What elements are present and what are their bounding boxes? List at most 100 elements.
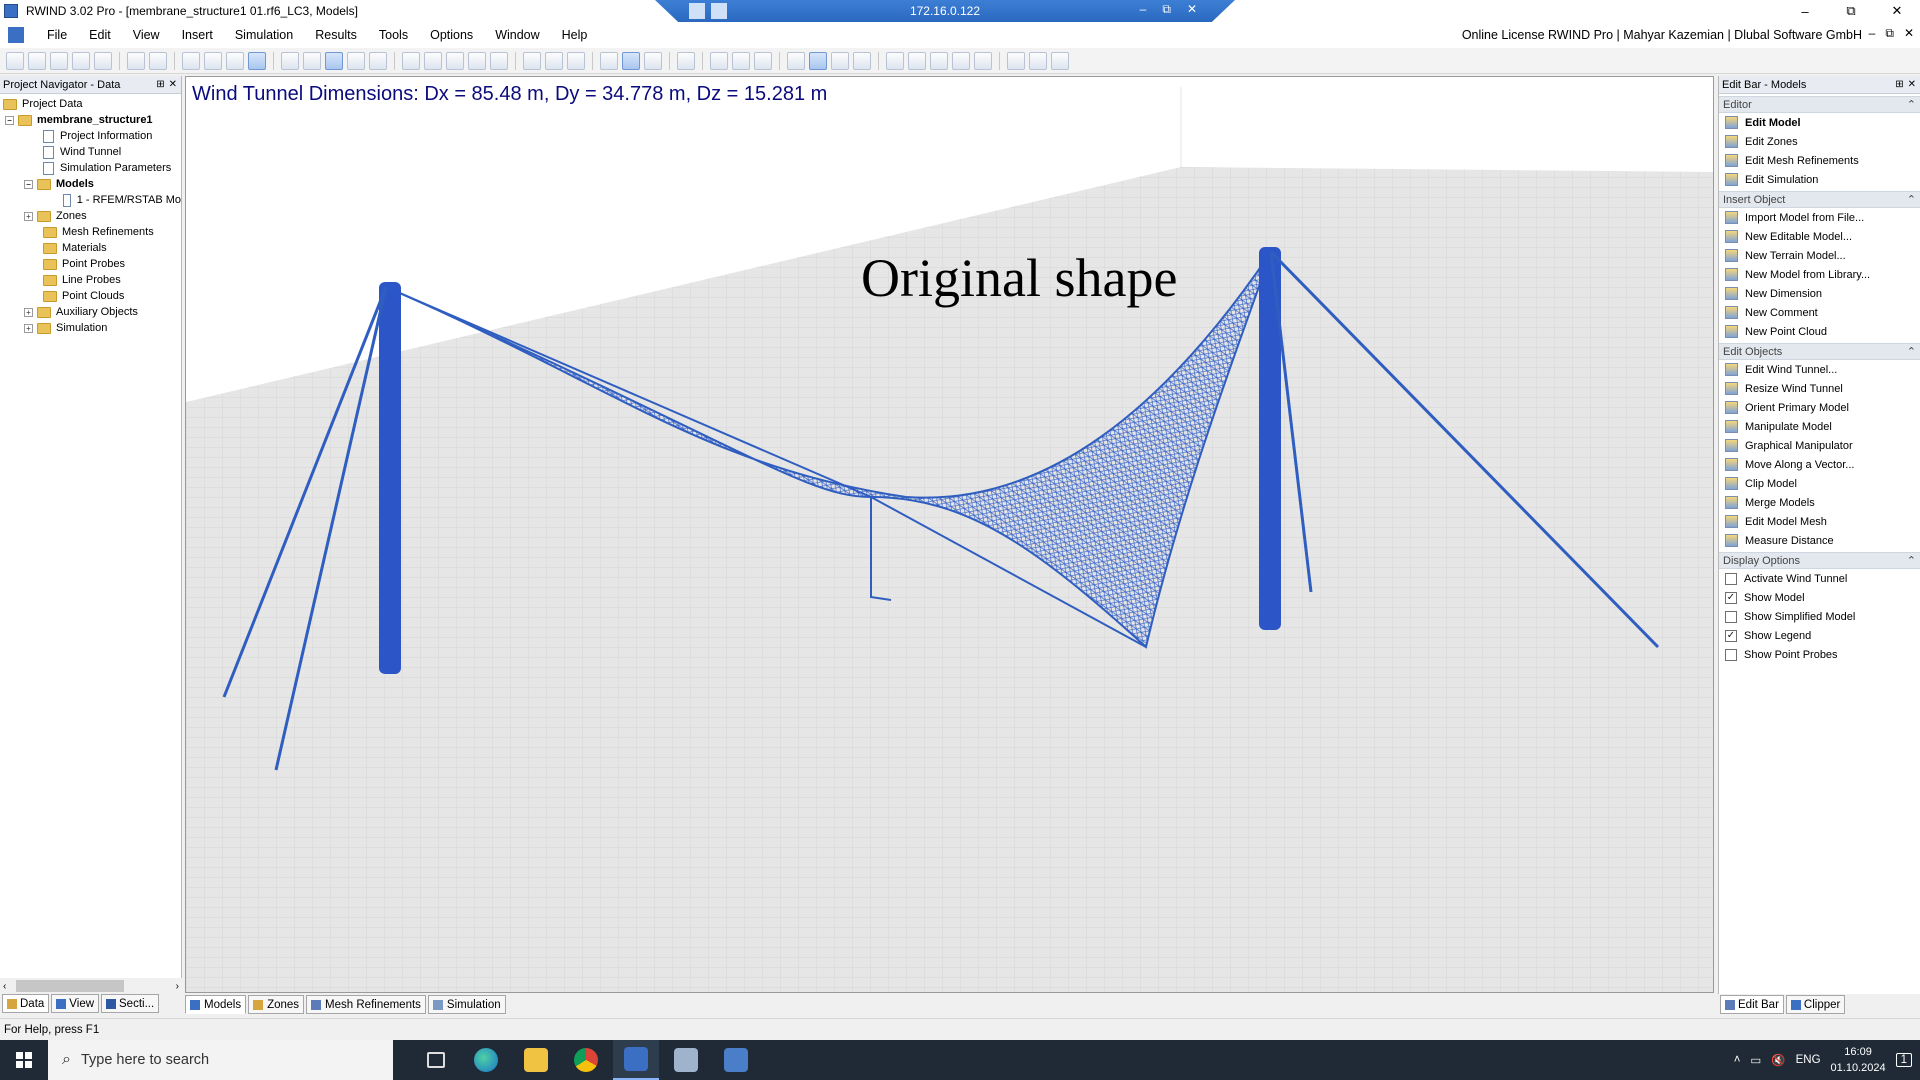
edge-app[interactable] (463, 1040, 509, 1080)
new-file-icon[interactable] (6, 51, 24, 70)
new-terrain-model-item[interactable]: New Terrain Model... (1719, 246, 1920, 265)
minimize-button[interactable]: – (1782, 0, 1828, 22)
doc-restore-button[interactable]: ⧉ (1885, 26, 1894, 41)
viewport-canvas[interactable] (186, 77, 1714, 993)
measure-distance-item[interactable]: Measure Distance (1719, 531, 1920, 550)
chevron-up-icon[interactable]: ˄ (1734, 1054, 1741, 1066)
new-point-cloud-item[interactable]: New Point Cloud (1719, 322, 1920, 341)
menu-file[interactable]: File (36, 28, 78, 42)
tree-model-1[interactable]: 1 - RFEM/RSTAB Mo (0, 192, 181, 208)
tab-edit-bar[interactable]: Edit Bar (1720, 995, 1784, 1014)
expand-icon[interactable]: + (24, 211, 33, 221)
menu-window[interactable]: Window (484, 28, 550, 42)
language-indicator[interactable]: ENG (1796, 1054, 1821, 1066)
wind-icon[interactable] (1007, 51, 1025, 70)
results-icon[interactable] (1029, 51, 1047, 70)
clip-model-item[interactable]: Clip Model (1719, 474, 1920, 493)
remote-restore-button[interactable]: ⧉ (1162, 2, 1171, 17)
view-top-icon[interactable] (468, 51, 486, 70)
square-icon[interactable] (930, 51, 948, 70)
speaker-muted-icon[interactable]: 🔇 (1771, 1053, 1785, 1067)
tree-models[interactable]: − Models (0, 176, 181, 192)
remote-minimize-button[interactable]: – (1140, 2, 1147, 17)
chevron-up-icon[interactable]: ⌃ (1907, 193, 1916, 206)
notification-icon[interactable]: 1 (1895, 1053, 1912, 1067)
edit-zones-item[interactable]: Edit Zones (1719, 132, 1920, 151)
restore-button[interactable]: ⧉ (1828, 0, 1874, 22)
remote-desktop-app[interactable] (663, 1040, 709, 1080)
tab-clipper[interactable]: Clipper (1785, 995, 1846, 1014)
checkbox[interactable] (1725, 610, 1737, 623)
navigator-scrollbar[interactable]: ‹ › (0, 978, 182, 994)
move-icon[interactable] (325, 51, 343, 70)
remote-close-button[interactable]: ✕ (1187, 2, 1197, 17)
measure-icon[interactable] (710, 51, 728, 70)
probe-active-icon[interactable] (809, 51, 827, 70)
move-along-vector-item[interactable]: Move Along a Vector... (1719, 455, 1920, 474)
tab-view[interactable]: View (51, 994, 100, 1013)
tab-mesh-refinements[interactable]: Mesh Refinements (306, 995, 426, 1014)
resize-wind-tunnel-item[interactable]: Resize Wind Tunnel (1719, 379, 1920, 398)
manipulate-model-item[interactable]: Manipulate Model (1719, 417, 1920, 436)
graphical-manipulator-item[interactable]: Graphical Manipulator (1719, 436, 1920, 455)
tree-materials[interactable]: Materials (0, 240, 181, 256)
show-point-probes-option[interactable]: Show Point Probes (1719, 645, 1920, 664)
chevron-up-icon[interactable]: ⌃ (1907, 554, 1916, 567)
model-icon[interactable] (303, 51, 321, 70)
network-icon[interactable]: ▭ (1750, 1053, 1761, 1067)
tree-project[interactable]: − membrane_structure1 (0, 112, 181, 128)
orient-primary-model-item[interactable]: Orient Primary Model (1719, 398, 1920, 417)
tab-zones[interactable]: Zones (248, 995, 305, 1014)
import-model-item[interactable]: Import Model from File... (1719, 208, 1920, 227)
view-front-icon[interactable] (424, 51, 442, 70)
task-view-button[interactable] (413, 1040, 459, 1080)
start-button[interactable] (0, 1040, 48, 1080)
menu-simulation[interactable]: Simulation (224, 28, 304, 42)
new-dimension-item[interactable]: New Dimension (1719, 284, 1920, 303)
tree-zones[interactable]: + Zones (0, 208, 181, 224)
expand-icon[interactable]: + (24, 323, 33, 333)
chevron-up-icon[interactable]: ⌃ (1907, 98, 1916, 111)
checkbox[interactable]: ✓ (1725, 591, 1737, 604)
rwind-app[interactable] (613, 1040, 659, 1080)
expand-icon[interactable]: + (24, 307, 33, 317)
new-model-from-library-item[interactable]: New Model from Library... (1719, 265, 1920, 284)
scale-icon[interactable] (369, 51, 387, 70)
arrows-icon[interactable] (732, 51, 750, 70)
document-icon[interactable] (8, 27, 24, 43)
rotate-view-icon[interactable] (545, 51, 563, 70)
tree-simulation[interactable]: + Simulation (0, 320, 181, 336)
tree-simulation-parameters[interactable]: Simulation Parameters (0, 160, 181, 176)
cube-icon[interactable] (952, 51, 970, 70)
chevron-up-icon[interactable]: ⌃ (1907, 345, 1916, 358)
menu-help[interactable]: Help (551, 28, 599, 42)
print-icon[interactable] (94, 51, 112, 70)
tools-icon[interactable] (1051, 51, 1069, 70)
open-file-icon[interactable] (28, 51, 46, 70)
axis-icon[interactable] (974, 51, 992, 70)
zoom-all-icon[interactable] (490, 51, 508, 70)
tree-project-information[interactable]: Project Information (0, 128, 181, 144)
tree-point-clouds[interactable]: Point Clouds (0, 288, 181, 304)
pin-icon[interactable]: ⊞ (156, 79, 164, 90)
show-legend-option[interactable]: ✓ Show Legend (1719, 626, 1920, 645)
collapse-icon[interactable]: − (24, 179, 33, 189)
mesh-icon[interactable] (204, 51, 222, 70)
taskbar-search[interactable]: ⌕ Type here to search (48, 1040, 393, 1080)
file-explorer-app[interactable] (513, 1040, 559, 1080)
pin-icon[interactable]: ⊞ (1895, 79, 1903, 90)
edit-model-item[interactable]: Edit Model (1719, 113, 1920, 132)
show-model-option[interactable]: ✓ Show Model (1719, 588, 1920, 607)
grid-icon[interactable] (182, 51, 200, 70)
view-side-icon[interactable] (446, 51, 464, 70)
stop-icon[interactable] (281, 51, 299, 70)
tree-line-probes[interactable]: Line Probes (0, 272, 181, 288)
section-edit-objects[interactable]: Edit Objects ⌃ (1719, 343, 1920, 360)
tree-point-probes[interactable]: Point Probes (0, 256, 181, 272)
chrome-app[interactable] (563, 1040, 609, 1080)
checkbox[interactable]: ✓ (1725, 629, 1737, 642)
tab-data[interactable]: Data (2, 994, 50, 1013)
doc-close-button[interactable]: ✕ (1904, 26, 1914, 41)
tab-sections[interactable]: Secti... (101, 994, 160, 1013)
checkbox[interactable] (1725, 572, 1737, 585)
